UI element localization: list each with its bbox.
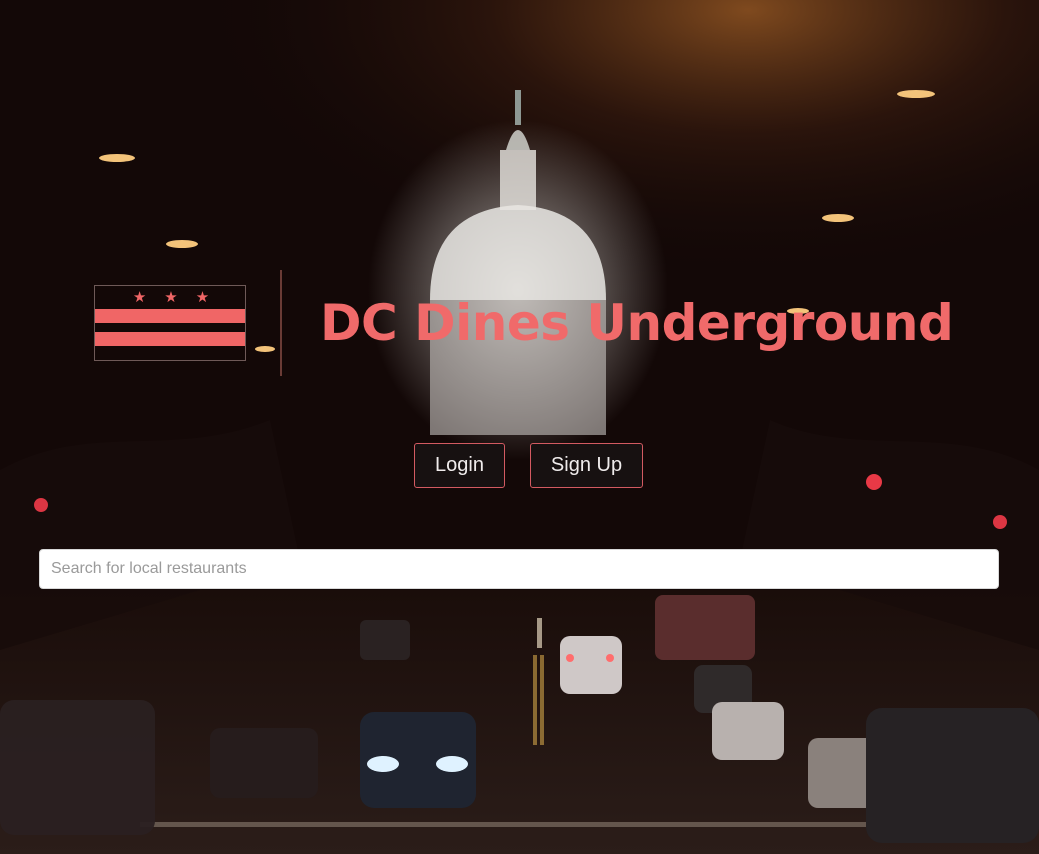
- search-input[interactable]: [39, 549, 999, 589]
- signup-button[interactable]: Sign Up: [530, 443, 643, 488]
- auth-buttons: Login Sign Up: [414, 443, 643, 488]
- hero-background-image: [0, 0, 1039, 854]
- star-icon: ★: [195, 288, 210, 306]
- star-icon: ★: [164, 288, 178, 306]
- logo-row: ★ ★ ★ DC Dines Underground: [94, 270, 954, 376]
- flag-bar-bottom: [95, 332, 245, 346]
- login-button[interactable]: Login: [414, 443, 505, 488]
- flag-stars: ★ ★ ★: [95, 286, 247, 308]
- hero-section: ★ ★ ★ DC Dines Underground Login Sign Up: [0, 0, 1039, 854]
- flag-bar-top: [95, 309, 245, 323]
- star-icon: ★: [132, 288, 147, 306]
- search-wrapper: [39, 549, 999, 589]
- site-title: DC Dines Underground: [320, 294, 954, 352]
- dc-flag-icon: ★ ★ ★: [94, 285, 246, 361]
- logo-divider: [280, 270, 282, 376]
